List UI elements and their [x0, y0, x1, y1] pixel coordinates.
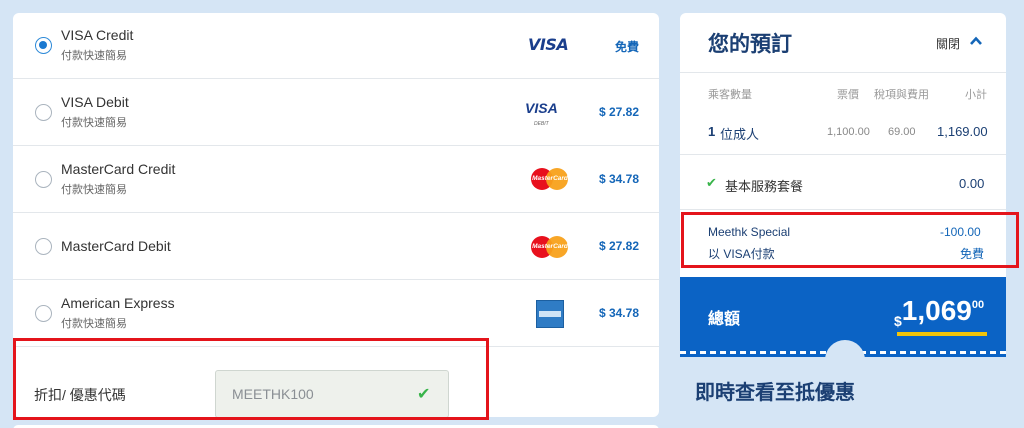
- service-label: 基本服務套餐: [725, 179, 804, 194]
- adult-fare: 1,100.00: [827, 126, 870, 138]
- radio-american-express[interactable]: [35, 305, 52, 322]
- visa-debit-logo-subtext: DEBIT: [533, 121, 549, 127]
- radio-mastercard-credit[interactable]: [35, 171, 52, 188]
- total-integer: 1,069: [901, 295, 972, 326]
- header-passengers: 乘客數量: [708, 89, 752, 101]
- payment-name: MasterCard Debit: [61, 238, 171, 254]
- payment-fee: $ 27.82: [598, 105, 639, 119]
- radio-visa-credit[interactable]: [35, 37, 52, 54]
- payment-subtitle: 付款快速簡易: [61, 117, 127, 129]
- close-summary-link[interactable]: 關閉: [936, 35, 960, 52]
- payment-option-visa-debit[interactable]: VISA Debit 付款快速簡易 VISA DEBIT $ 27.82: [13, 80, 659, 146]
- payment-fee: $ 34.78: [598, 172, 639, 186]
- mastercard-logo-icon: MasterCard: [531, 168, 569, 190]
- check-icon: ✔: [706, 175, 717, 190]
- chevron-up-icon[interactable]: [970, 35, 982, 47]
- adult-count: 1: [708, 124, 716, 139]
- header-tax: 稅項與費用: [874, 89, 929, 101]
- payment-subtitle: 付款快速簡易: [61, 50, 127, 62]
- total-currency: $: [894, 313, 902, 329]
- highlight-box-promo: [13, 338, 489, 420]
- payment-name: VISA Credit: [61, 27, 134, 43]
- visa-logo-icon: VISA: [528, 35, 569, 54]
- mastercard-logo-text: MasterCard: [532, 243, 568, 250]
- total-underline: [897, 332, 987, 336]
- payment-subtitle: 付款快速簡易: [61, 318, 127, 330]
- adult-subtotal: 1,169.00: [937, 124, 988, 139]
- payment-name: VISA Debit: [61, 94, 129, 110]
- payment-fee: $ 34.78: [598, 306, 639, 320]
- radio-mastercard-debit[interactable]: [35, 238, 52, 255]
- adult-tax: 69.00: [888, 126, 916, 138]
- payment-option-mastercard-debit[interactable]: MasterCard Debit MasterCard $ 27.82: [13, 214, 659, 280]
- header-fare: 票價: [837, 89, 859, 101]
- visa-debit-logo-icon: VISA DEBIT: [525, 101, 558, 131]
- payment-subtitle: 付款快速簡易: [61, 184, 127, 196]
- payment-option-mastercard-credit[interactable]: MasterCard Credit 付款快速簡易 MasterCard $ 34…: [13, 147, 659, 213]
- adult-label: 位成人: [720, 127, 760, 142]
- total-decimal: 00: [971, 299, 985, 311]
- visa-debit-logo-text: VISA: [525, 100, 558, 116]
- payment-name: MasterCard Credit: [61, 161, 176, 177]
- mastercard-logo-icon: MasterCard: [531, 236, 569, 258]
- mastercard-logo-text: MasterCard: [532, 175, 568, 182]
- service-amount: 0.00: [959, 176, 985, 191]
- total-label: 總額: [708, 311, 741, 328]
- payment-option-visa-credit[interactable]: VISA Credit 付款快速簡易 VISA 免費: [13, 13, 659, 79]
- payment-fee: $ 27.82: [598, 239, 639, 253]
- radio-visa-debit[interactable]: [35, 104, 52, 121]
- payment-fee: 免費: [614, 40, 639, 54]
- total-amount: $1,06900: [894, 295, 984, 329]
- amex-logo-icon: [536, 300, 564, 328]
- highlight-box-discount: [681, 212, 1019, 268]
- header-subtotal: 小計: [965, 89, 987, 101]
- promo-headline[interactable]: 即時查看至抵優惠: [695, 376, 855, 405]
- booking-title: 您的預訂: [708, 33, 792, 56]
- payment-name: American Express: [61, 295, 175, 311]
